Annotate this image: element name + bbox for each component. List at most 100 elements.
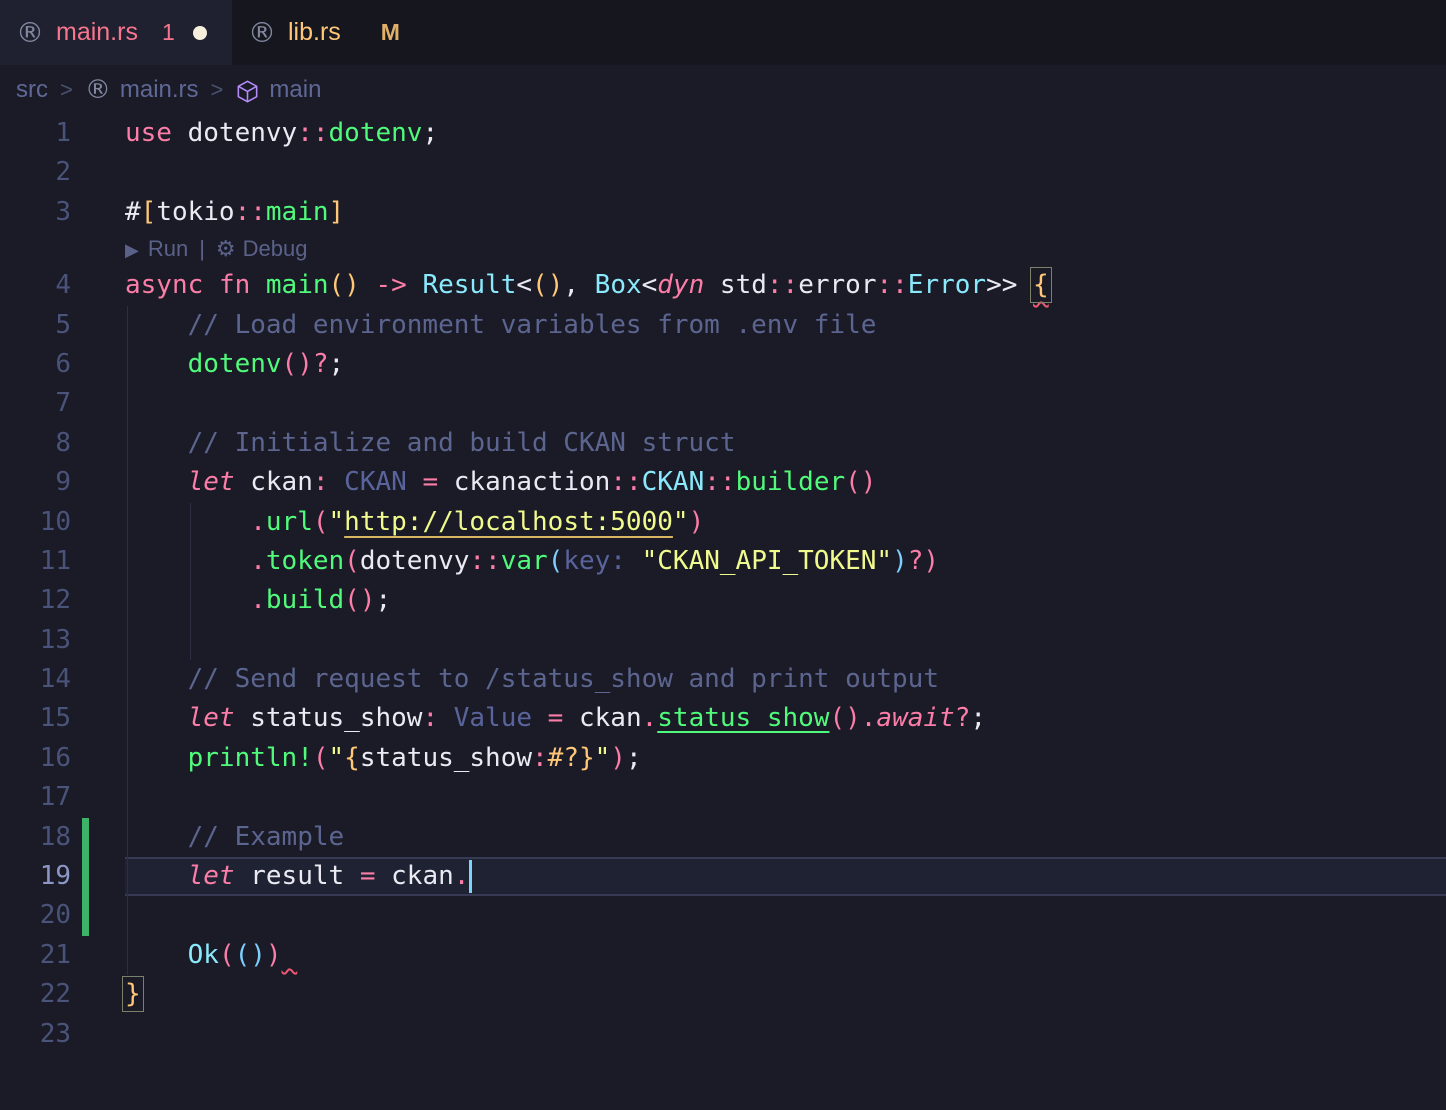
code-line[interactable]: 21 Ok(()) bbox=[0, 936, 1446, 975]
line-number[interactable]: 2 bbox=[0, 153, 71, 192]
code-token: :: bbox=[876, 270, 907, 300]
line-number[interactable]: 1 bbox=[0, 114, 71, 153]
code-line[interactable]: 19 let result = ckan. bbox=[0, 857, 1446, 896]
code-token: main bbox=[266, 197, 329, 227]
code-line[interactable]: 20 bbox=[0, 896, 1446, 935]
code-line[interactable]: 6 dotenv()?; bbox=[0, 345, 1446, 384]
error-count-badge: 1 bbox=[162, 19, 175, 46]
line-number[interactable]: 17 bbox=[0, 778, 71, 817]
code-line[interactable]: 11 .token(dotenvy::var(key: "CKAN_API_TO… bbox=[0, 542, 1446, 581]
line-number[interactable]: 11 bbox=[0, 542, 71, 581]
tab-main.rs[interactable]: ®main.rs1 bbox=[0, 0, 232, 65]
line-content bbox=[125, 1015, 1446, 1054]
code-token: "CKAN_API_TOKEN" bbox=[642, 546, 892, 576]
indent-guide bbox=[190, 621, 191, 660]
code-line[interactable]: 15 let status_show: Value = ckan.status_… bbox=[0, 699, 1446, 738]
code-line[interactable]: 23 bbox=[0, 1015, 1446, 1054]
line-number[interactable]: 4 bbox=[0, 266, 71, 305]
indent-guide bbox=[127, 818, 128, 857]
code-token: let bbox=[188, 861, 235, 891]
code-line[interactable]: 9 let ckan: CKAN = ckanaction::CKAN::bui… bbox=[0, 463, 1446, 502]
editor-margin bbox=[71, 503, 125, 542]
code-token: status_show bbox=[360, 743, 532, 773]
debug-gear-icon: ⚙ bbox=[216, 237, 236, 262]
editor-margin bbox=[71, 114, 125, 153]
code-line[interactable]: 4async fn main() -> Result<(), Box<dyn s… bbox=[0, 266, 1446, 305]
editor-margin bbox=[71, 153, 125, 192]
line-number[interactable]: 15 bbox=[0, 699, 71, 738]
editor-margin bbox=[71, 463, 125, 502]
code-token: ) bbox=[610, 743, 626, 773]
line-number[interactable]: 19 bbox=[0, 857, 71, 896]
line-number[interactable]: 18 bbox=[0, 818, 71, 857]
code-token: build bbox=[266, 585, 344, 615]
line-content bbox=[125, 896, 1446, 935]
line-number[interactable]: 14 bbox=[0, 660, 71, 699]
code-line[interactable]: 13 bbox=[0, 621, 1446, 660]
indent-guide bbox=[127, 503, 128, 542]
code-line[interactable]: 22} bbox=[0, 975, 1446, 1014]
tab-label: lib.rs bbox=[288, 18, 341, 47]
editor-margin bbox=[71, 896, 125, 935]
modified-dot-icon[interactable] bbox=[193, 26, 207, 40]
line-content: // Initialize and build CKAN struct bbox=[125, 424, 1446, 463]
code-token: = bbox=[360, 861, 376, 891]
line-content: let ckan: CKAN = ckanaction::CKAN::build… bbox=[125, 463, 1446, 502]
rust-icon: ® bbox=[85, 75, 111, 105]
code-token: , bbox=[563, 270, 594, 300]
breadcrumb-item-src[interactable]: src bbox=[16, 76, 48, 104]
code-line[interactable]: 14 // Send request to /status_show and p… bbox=[0, 660, 1446, 699]
code-token bbox=[125, 861, 188, 891]
editor-code-area[interactable]: 1use dotenvy::dotenv;23#[tokio::main]▶Ru… bbox=[0, 114, 1446, 1054]
line-number[interactable]: 16 bbox=[0, 739, 71, 778]
code-line[interactable]: 10 .url("http://localhost:5000") bbox=[0, 503, 1446, 542]
code-token: ; bbox=[375, 585, 391, 615]
code-line[interactable]: 17 bbox=[0, 778, 1446, 817]
code-token: . bbox=[250, 546, 266, 576]
breadcrumb-item-main.rs[interactable]: main.rs bbox=[120, 76, 199, 104]
code-token: ckan bbox=[235, 467, 313, 497]
editor-margin bbox=[71, 424, 125, 463]
code-line[interactable]: 8 // Initialize and build CKAN struct bbox=[0, 424, 1446, 463]
line-number[interactable]: 9 bbox=[0, 463, 71, 502]
code-line[interactable]: 7 bbox=[0, 384, 1446, 423]
line-number[interactable]: 13 bbox=[0, 621, 71, 660]
code-line[interactable]: 16 println!("{status_show:#?}"); bbox=[0, 739, 1446, 778]
code-line[interactable]: 2 bbox=[0, 153, 1446, 192]
line-number[interactable]: 23 bbox=[0, 1015, 71, 1054]
code-token: ckan bbox=[375, 861, 453, 891]
code-line[interactable]: 1use dotenvy::dotenv; bbox=[0, 114, 1446, 153]
line-number[interactable]: 8 bbox=[0, 424, 71, 463]
indent-guide bbox=[127, 660, 128, 699]
code-token: ) bbox=[689, 507, 705, 537]
indent-guide bbox=[190, 581, 191, 620]
code-line[interactable]: 18 // Example bbox=[0, 818, 1446, 857]
line-number[interactable]: 10 bbox=[0, 503, 71, 542]
line-number[interactable]: 22 bbox=[0, 975, 71, 1014]
line-number[interactable]: 6 bbox=[0, 345, 71, 384]
code-token: : bbox=[422, 703, 438, 733]
line-number[interactable]: 20 bbox=[0, 896, 71, 935]
code-token: status_show bbox=[235, 703, 423, 733]
code-line[interactable]: 3#[tokio::main] bbox=[0, 193, 1446, 232]
tab-lib.rs[interactable]: ®lib.rsM bbox=[232, 0, 464, 65]
line-number[interactable]: 21 bbox=[0, 936, 71, 975]
code-token: : bbox=[313, 467, 329, 497]
line-number[interactable]: 12 bbox=[0, 581, 71, 620]
line-number[interactable]: 7 bbox=[0, 384, 71, 423]
indent-guide bbox=[127, 463, 128, 502]
code-line[interactable]: 5 // Load environment variables from .en… bbox=[0, 306, 1446, 345]
code-line[interactable]: 12 .build(); bbox=[0, 581, 1446, 620]
line-number[interactable]: 3 bbox=[0, 193, 71, 232]
code-token bbox=[125, 467, 188, 497]
breadcrumb-item-main[interactable]: main bbox=[269, 76, 321, 104]
line-content: .build(); bbox=[125, 581, 1446, 620]
code-token: status_show bbox=[657, 703, 829, 733]
editor-margin bbox=[71, 193, 125, 232]
line-content bbox=[125, 621, 1446, 660]
codelens-debug-link[interactable]: Debug bbox=[243, 236, 308, 261]
codelens-run-link[interactable]: Run bbox=[148, 236, 188, 261]
code-token: < bbox=[516, 270, 532, 300]
code-token: error bbox=[798, 270, 876, 300]
line-number[interactable]: 5 bbox=[0, 306, 71, 345]
